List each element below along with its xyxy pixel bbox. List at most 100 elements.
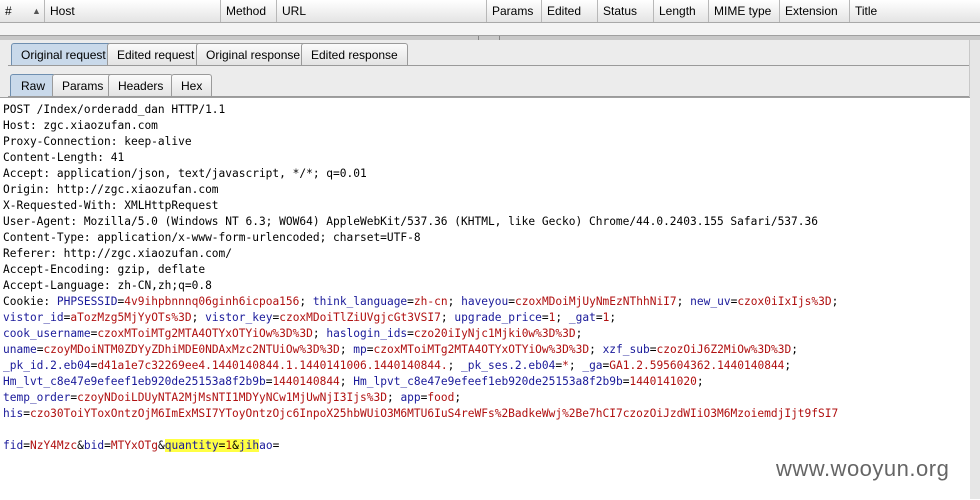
param-name-part: jih <box>238 439 260 452</box>
cookie-line: Hm_lvt_c8e47e9efeef1eb920de25153a8f2b9b=… <box>3 374 710 390</box>
cookie-equals: = <box>508 295 515 308</box>
highlighted-selection: quantity=1&jih <box>164 439 260 452</box>
cookie-line: _pk_id.2.eb04=d41a1e7c32269ee4.144014084… <box>3 358 798 374</box>
tab-headers[interactable]: Headers <box>108 74 174 96</box>
cookie-value: GA1.2.595604362.1440140844 <box>609 359 785 372</box>
column-header-method[interactable]: Method <box>221 0 277 22</box>
header-accept-encoding: Accept-Encoding: gzip, deflate <box>3 263 206 276</box>
sort-up-icon[interactable]: ▲ <box>32 0 41 22</box>
header-origin: Origin: http://zgc.xiaozufan.com <box>3 183 219 196</box>
param-value: MTYxOTg <box>110 439 158 452</box>
cookie-value: d41a1e7c32269ee4.1440140844.1.1440141006… <box>97 359 448 372</box>
column-header-url[interactable]: URL <box>277 0 487 22</box>
cookie-name: _ga <box>582 359 603 372</box>
cookie-value: czoxMToiMTg2MTA4OTYxOTYiOw%3D%3D <box>97 327 313 340</box>
param-name: fid <box>3 439 24 452</box>
header-referer: Referer: http://zgc.xiaozufan.com/ <box>3 247 233 260</box>
cookie-separator: ; <box>696 375 711 388</box>
cookie-separator: ; <box>339 343 354 356</box>
cookie-separator: ; <box>676 295 691 308</box>
cookie-equals: = <box>541 311 549 324</box>
tab-edited-response[interactable]: Edited response <box>301 43 408 65</box>
cookie-separator: ; <box>589 343 603 356</box>
cookie-separator: ; <box>339 375 354 388</box>
cookie-separator: ; <box>299 295 313 308</box>
column-header-status[interactable]: Status <box>598 0 654 22</box>
cookie-value: czoxMDoiTlZiUVgjcGt3VSI7 <box>279 311 441 324</box>
cookie-value: food <box>427 391 455 404</box>
cookie-name: PHPSESSID <box>56 295 118 308</box>
cookie-line: vistor_id = aTozMzg5MjYyOTs%3D; vistor_key… <box>3 310 623 326</box>
watermark: www.wooyun.org <box>776 456 950 481</box>
column-header-title[interactable]: Title <box>850 0 980 22</box>
tab-params[interactable]: Params <box>52 74 114 96</box>
tab-original-response[interactable]: Original response <box>196 43 311 65</box>
cookie-line: Cookie: PHPSESSID = 4v9ihpbnnnq06ginh6icpo… <box>3 294 845 310</box>
cookie-line: temp_order=czoyNDoiLDUyNTA2MjMsNTI1MDYyN… <box>3 390 468 406</box>
param-name: bid <box>83 439 105 452</box>
cookie-separator: ; <box>568 359 583 372</box>
cookie-name: think_language <box>312 295 408 308</box>
cookie-name: Hm_lvt_c8e47e9efeef1eb920de25153a8f2b9b <box>3 375 266 388</box>
cookie-equals: = <box>595 311 603 324</box>
cookie-name: his <box>3 407 24 420</box>
cookie-name: _gat <box>568 311 596 324</box>
column-header-number[interactable]: # ▲ <box>0 0 45 22</box>
cookie-value: czoxMDoiMjUyNmEzNThhNiI7 <box>515 295 677 308</box>
cookie-line: his=czo30ToiYToxOntzOjM6ImExMSI7YToyOntz… <box>3 406 838 422</box>
cookie-separator: ; <box>575 327 590 340</box>
cookie-value: czoyNDoiLDUyNTA2MjMsNTI1MDYyNCw1MjUwNjI3… <box>77 391 387 404</box>
header-content-type: Content-Type: application/x-www-form-url… <box>3 231 421 244</box>
param-name: quantity <box>164 439 219 452</box>
tab-raw[interactable]: Raw <box>10 74 57 96</box>
cookie-name: new_uv <box>690 295 731 308</box>
param-name-part: ao <box>259 439 273 452</box>
param-equals: = <box>272 439 280 452</box>
column-header-edited[interactable]: Edited <box>542 0 598 22</box>
cookie-name: vistor_id <box>3 311 64 324</box>
cookie-label: Cookie: <box>3 295 57 308</box>
cookie-value: 1440140844 <box>272 375 340 388</box>
column-header-host[interactable]: Host <box>45 0 221 22</box>
cookie-name: _pk_id.2.eb04 <box>3 359 91 372</box>
param-value: NzY4Mzc <box>29 439 78 452</box>
cookie-name: vistor_key <box>205 311 273 324</box>
cookie-value: czo30ToiYToxOntzOjM6ImExMSI7YToyOntzOjc6… <box>29 407 839 420</box>
cookie-name: xzf_sub <box>602 343 650 356</box>
cookie-value: zh-cn <box>413 295 448 308</box>
cookie-value: czozOiJ6Z2MiOw%3D%3D <box>656 343 792 356</box>
cookie-equals: = <box>407 295 414 308</box>
column-header-mime-type[interactable]: MIME type <box>709 0 780 22</box>
column-header-params[interactable]: Params <box>487 0 542 22</box>
raw-request-editor[interactable]: POST /Index/orderadd_dan HTTP/1.1 Host: … <box>0 97 970 500</box>
cookie-value: czox0iIxIjs%3D <box>737 295 832 308</box>
cookie-name: haveyou <box>461 295 509 308</box>
cookie-separator: ; <box>447 295 462 308</box>
vertical-scrollbar[interactable] <box>969 40 980 499</box>
cookie-separator: ; <box>555 311 569 324</box>
header-user-agent: User-Agent: Mozilla/5.0 (Windows NT 6.3;… <box>3 215 818 228</box>
cookie-equals: = <box>366 343 374 356</box>
cookie-equals: = <box>23 407 30 420</box>
cookie-value: 1440141020 <box>629 375 697 388</box>
history-table-body[interactable] <box>0 23 980 35</box>
param-separator: & <box>232 439 239 452</box>
tab-original-request[interactable]: Original request <box>11 43 116 65</box>
cookie-equals: = <box>407 327 414 340</box>
header-content-length: Content-Length: 41 <box>3 151 125 164</box>
cookie-value: czo20iIyNjc1Mjki0w%3D%3D <box>413 327 576 340</box>
column-header-length[interactable]: Length <box>654 0 709 22</box>
cookie-line: uname = czoyMDoiNTM0ZDYyZDhiMDE0NDAxMzc2NT… <box>3 342 805 358</box>
header-host: Host: zgc.xiaozufan.com <box>3 119 158 132</box>
param-separator: & <box>77 439 84 452</box>
cookie-separator: ; <box>447 359 462 372</box>
header-accept-language: Accept-Language: zh-CN,zh;q=0.8 <box>3 279 212 292</box>
column-header-extension[interactable]: Extension <box>780 0 850 22</box>
param-separator: & <box>158 439 165 452</box>
tab-edited-request[interactable]: Edited request <box>107 43 205 65</box>
tab-hex[interactable]: Hex <box>171 74 213 96</box>
cookie-name: app <box>400 391 421 404</box>
header-accept: Accept: application/json, text/javascrip… <box>3 167 367 180</box>
cookie-separator: ; <box>312 327 327 340</box>
cookie-name: haslogin_ids <box>326 327 408 340</box>
